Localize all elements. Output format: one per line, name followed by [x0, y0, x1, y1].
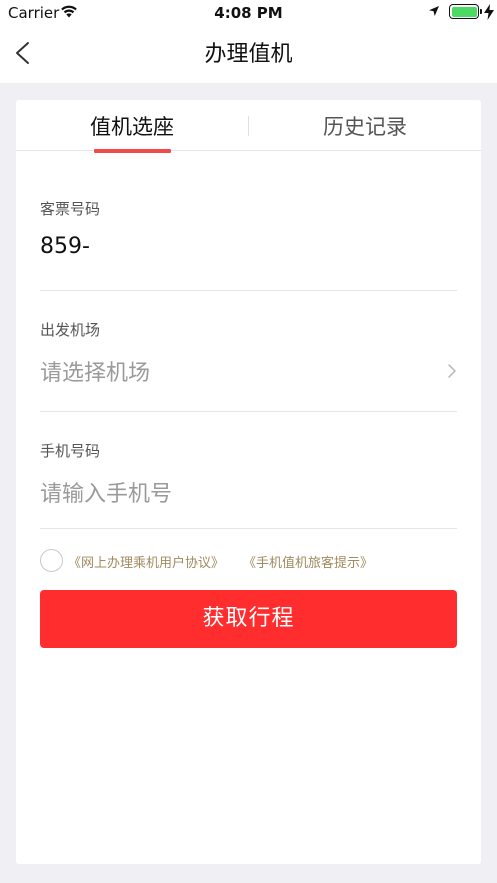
battery-icon: [449, 4, 479, 19]
departure-airport-label: 出发机场: [40, 321, 101, 339]
divider: [40, 290, 457, 291]
phone-number-label: 手机号码: [40, 442, 101, 460]
tab-history[interactable]: 历史记录: [249, 100, 481, 151]
get-itinerary-button[interactable]: 获取行程: [40, 590, 457, 648]
charging-icon: [484, 4, 494, 20]
page-title: 办理值机: [204, 42, 293, 67]
ticket-number-input[interactable]: 859-: [40, 234, 90, 259]
tab-bar: 值机选座 历史记录: [16, 100, 481, 153]
battery-level: [451, 6, 477, 17]
ticket-number-field: 客票号码 859-: [40, 198, 457, 291]
active-tab-indicator: [94, 149, 171, 153]
agreement-checkbox[interactable]: [40, 549, 63, 572]
ticket-number-label: 客票号码: [40, 200, 101, 218]
departure-airport-select[interactable]: 请选择机场: [40, 355, 150, 387]
status-bar: Carrier 4:08 PM: [0, 0, 497, 26]
chevron-right-icon[interactable]: [447, 363, 457, 379]
battery-cap: [480, 9, 482, 14]
passenger-notice-link[interactable]: 《手机值机旅客提示》: [243, 552, 373, 571]
location-icon: [429, 6, 439, 16]
clock: 4:08 PM: [214, 4, 283, 22]
departure-airport-field: 出发机场 请选择机场: [40, 319, 457, 412]
nav-bar: 办理值机: [0, 26, 497, 83]
user-agreement-link[interactable]: 《网上办理乘机用户协议》: [68, 552, 224, 571]
divider: [40, 411, 457, 412]
tab-checkin-seat[interactable]: 值机选座: [16, 100, 248, 151]
divider: [40, 528, 457, 529]
phone-number-input[interactable]: 请输入手机号: [40, 476, 172, 508]
checkin-card: 值机选座 历史记录 客票号码 859- 出发机场 请选择机场 手机号码 请输入手…: [16, 100, 481, 864]
phone-number-field: 手机号码 请输入手机号: [40, 440, 457, 530]
agreement-row: 《网上办理乘机用户协议》 《手机值机旅客提示》: [40, 549, 460, 573]
